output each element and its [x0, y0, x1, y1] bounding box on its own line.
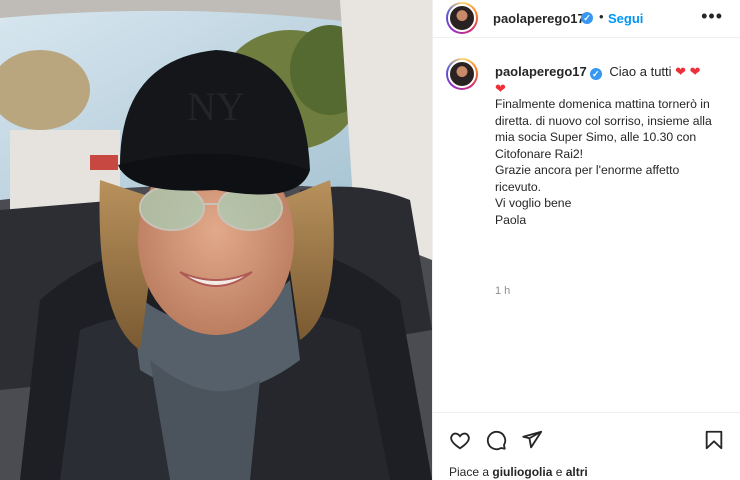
more-options-icon[interactable]: •••: [701, 6, 723, 27]
likes-prefix: Piace a: [449, 465, 490, 479]
selfie-image: NY: [0, 0, 432, 480]
caption-line: Paola: [495, 212, 527, 227]
heart-emoji-icon: ❤: [495, 80, 506, 96]
post-time[interactable]: 1 h: [495, 285, 510, 297]
caption-header: paolaperego17 ✓ Ciao a tutti ❤ ❤ ❤: [495, 64, 725, 97]
caption-avatar[interactable]: [446, 58, 478, 90]
caption-text: Finalmente domenica mattina tornerò in d…: [495, 96, 720, 228]
svg-text:NY: NY: [187, 84, 245, 129]
caption-username[interactable]: paolaperego17: [495, 64, 587, 79]
post-header: paolaperego17 ✓ • Segui •••: [433, 0, 740, 38]
header-username[interactable]: paolaperego17: [493, 11, 585, 26]
post-sidebar: paolaperego17 ✓ • Segui ••• paolaperego1…: [432, 0, 740, 480]
comment-bubble-icon[interactable]: [485, 429, 507, 451]
verified-badge-icon: ✓: [589, 68, 602, 80]
post-photo[interactable]: NY: [0, 0, 432, 480]
likes-conjunction: e: [555, 465, 563, 479]
heart-emoji-icon: ❤ ❤: [675, 64, 701, 79]
paper-plane-icon[interactable]: [521, 429, 543, 451]
likes-others-link[interactable]: altri: [566, 465, 588, 479]
caption-greeting: Ciao a tutti: [609, 64, 672, 79]
bookmark-icon[interactable]: [703, 429, 725, 451]
caption-line: Grazie ancora per l'enorme affetto ricev…: [495, 163, 680, 194]
verified-badge-icon: ✓: [581, 12, 593, 24]
caption-line: Vi voglio bene: [495, 196, 572, 210]
liked-by-user[interactable]: giuliogolia: [492, 465, 552, 479]
heart-outline-icon[interactable]: [449, 429, 471, 451]
avatar[interactable]: [446, 2, 478, 34]
post-actions: Piace a giuliogolia e altri: [433, 412, 740, 480]
caption-line: Finalmente domenica mattina tornerò in d…: [495, 97, 712, 161]
follow-button[interactable]: Segui: [608, 11, 643, 26]
likes-summary: Piace a giuliogolia e altri: [449, 465, 588, 479]
separator-dot: •: [599, 9, 604, 24]
